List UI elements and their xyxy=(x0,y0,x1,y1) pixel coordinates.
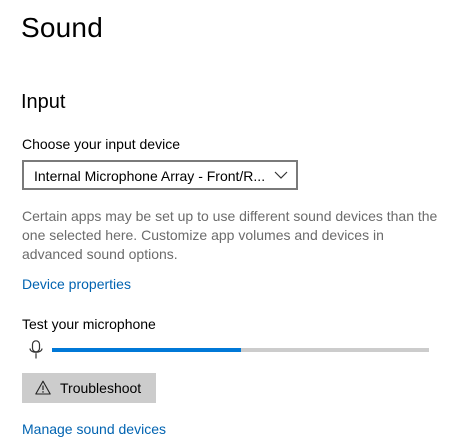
microphone-level-meter xyxy=(52,348,429,352)
input-device-help-text: Certain apps may be set up to use differ… xyxy=(22,208,438,262)
warning-icon xyxy=(35,380,51,395)
troubleshoot-button[interactable]: Troubleshoot xyxy=(22,373,156,403)
device-properties-link[interactable]: Device properties xyxy=(22,274,131,294)
microphone-icon xyxy=(29,340,43,359)
selected-input-device: Internal Microphone Array - Front/R... xyxy=(34,168,266,184)
choose-input-device-label: Choose your input device xyxy=(22,136,180,152)
microphone-level-fill xyxy=(52,348,241,352)
test-microphone-label: Test your microphone xyxy=(22,316,156,332)
manage-sound-devices-link[interactable]: Manage sound devices xyxy=(22,419,166,439)
page-title: Sound xyxy=(21,12,103,43)
input-device-dropdown[interactable]: Internal Microphone Array - Front/R... xyxy=(22,160,298,190)
input-section-title: Input xyxy=(21,91,66,113)
troubleshoot-label: Troubleshoot xyxy=(60,380,142,396)
chevron-down-icon xyxy=(274,171,288,179)
